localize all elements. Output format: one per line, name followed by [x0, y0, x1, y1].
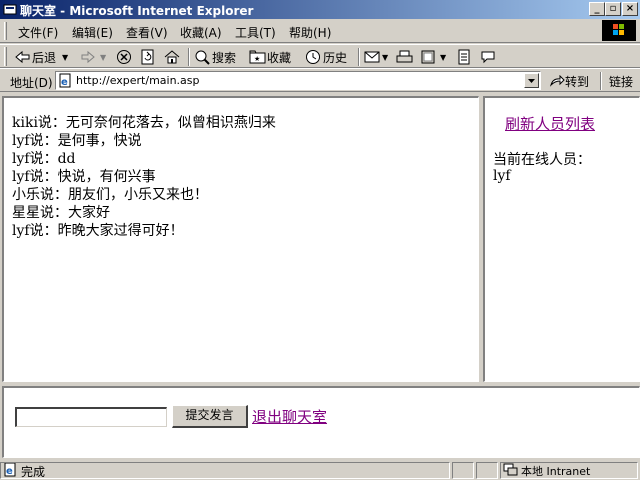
toolbar-grip[interactable]: [4, 47, 7, 66]
edit-page-icon: [421, 50, 435, 64]
ie-page-done-icon: e: [4, 463, 16, 477]
menu-tools[interactable]: 工具(T): [235, 24, 276, 41]
close-button[interactable]: ×: [622, 2, 638, 16]
chat-messages-frame[interactable]: kiki说：无可奈何花落去，似曾相识燕归来 lyf说：是何事，快说 lyf说：d…: [2, 96, 479, 382]
zone-text: 本地 Intranet: [521, 465, 591, 478]
chat-message: 小乐说：朋友们，小乐又来也！: [12, 187, 208, 203]
title-bar: 聊天室 - Microsoft Internet Explorer _ ▫ ×: [0, 0, 640, 19]
home-button[interactable]: [164, 48, 180, 66]
search-icon: [195, 50, 210, 65]
submit-message-button[interactable]: 提交发言: [172, 405, 248, 428]
forward-dropdown-icon[interactable]: ▼: [100, 53, 106, 62]
page-content: kiki说：无可奈何花落去，似曾相识燕归来 lyf说：是何事，快说 lyf说：d…: [0, 94, 640, 460]
online-user-item: lyf: [493, 168, 511, 184]
ie-page-icon: e: [59, 73, 71, 88]
history-button[interactable]: 历史: [305, 48, 347, 66]
favorites-button[interactable]: ★ 收藏: [249, 48, 291, 66]
address-separator: [600, 72, 602, 90]
menu-edit[interactable]: 编辑(E): [72, 24, 113, 41]
chat-message: lyf说：快说，有何兴事: [12, 169, 156, 185]
menu-favorites[interactable]: 收藏(A): [180, 24, 222, 41]
refresh-users-link[interactable]: 刷新人员列表: [505, 113, 595, 134]
maximize-button[interactable]: ▫: [605, 2, 621, 16]
chat-message: kiki说：无可奈何花落去，似曾相识燕归来: [12, 115, 276, 131]
toolbar-separator: [188, 48, 190, 66]
search-label: 搜索: [212, 50, 237, 65]
refresh-button[interactable]: [140, 48, 156, 66]
search-button[interactable]: 搜索: [194, 48, 236, 66]
printer-icon: [396, 50, 413, 63]
chat-message: lyf说：是何事，快说: [12, 133, 142, 149]
back-button[interactable]: 后退 ▼: [14, 48, 68, 66]
back-dropdown-icon[interactable]: ▼: [62, 53, 68, 62]
address-url: http://expert/main.asp: [76, 74, 200, 87]
compose-frame: 提交发言 退出聊天室: [2, 386, 640, 458]
toolbar-separator: [358, 48, 360, 66]
intranet-zone-icon: [503, 463, 518, 476]
chat-message: 星星说：大家好: [12, 205, 110, 221]
document-icon: [458, 49, 470, 65]
messenger-button[interactable]: [480, 48, 496, 66]
chevron-down-icon: [528, 79, 535, 83]
window-title: 聊天室 - Microsoft Internet Explorer: [20, 4, 254, 18]
status-bar: e 完成 本地 Intranet: [0, 461, 640, 480]
stop-icon: [117, 50, 131, 64]
minimize-button[interactable]: _: [589, 2, 605, 16]
menu-help[interactable]: 帮助(H): [289, 24, 331, 41]
chat-message: lyf说：dd: [12, 151, 76, 167]
menu-view[interactable]: 查看(V): [126, 24, 168, 41]
go-label: 转到: [565, 75, 590, 89]
chat-window-icon: [3, 4, 17, 15]
back-label: 后退: [32, 50, 57, 65]
status-main-pane: e 完成: [0, 462, 450, 479]
back-arrow-icon: [15, 50, 30, 64]
edit-dropdown-icon[interactable]: ▼: [440, 53, 446, 62]
standard-toolbar: 后退 ▼ ▼ 搜索 ★ 收藏 历史 ▼ ▼: [0, 44, 640, 68]
history-label: 历史: [323, 50, 348, 65]
svg-text:e: e: [6, 466, 13, 477]
chat-log: kiki说：无可奈何花落去，似曾相识燕归来 lyf说：是何事，快说 lyf说：d…: [12, 114, 276, 240]
mail-icon: [364, 51, 380, 63]
home-icon: [164, 50, 180, 64]
discuss-button[interactable]: [456, 48, 472, 66]
menu-file[interactable]: 文件(F): [18, 24, 58, 41]
menubar-grip[interactable]: [4, 22, 7, 40]
online-users-frame[interactable]: 刷新人员列表 当前在线人员： lyf: [483, 96, 640, 382]
address-label: 地址(D): [10, 76, 53, 90]
refresh-icon: [141, 49, 154, 65]
status-text: 完成: [21, 465, 46, 479]
print-button[interactable]: [396, 48, 414, 66]
windows-logo-icon: [602, 20, 636, 41]
stop-button[interactable]: [116, 48, 132, 66]
address-dropdown-button[interactable]: [524, 73, 539, 88]
status-zone-pane: 本地 Intranet: [500, 462, 638, 479]
messenger-icon: [481, 51, 495, 64]
history-icon: [306, 50, 320, 64]
exit-chat-link[interactable]: 退出聊天室: [252, 406, 327, 427]
status-pane-empty: [452, 462, 474, 479]
go-arrow-icon: [549, 74, 565, 87]
online-users-label: 当前在线人员：: [493, 152, 591, 168]
status-pane-empty: [476, 462, 498, 479]
message-input[interactable]: [15, 407, 167, 427]
go-button[interactable]: 转到: [549, 73, 589, 90]
chat-message: lyf说：昨晚大家过得可好！: [12, 223, 184, 239]
links-button[interactable]: 链接: [609, 73, 633, 90]
menu-bar: 文件(F) 编辑(E) 查看(V) 收藏(A) 工具(T) 帮助(H): [0, 19, 640, 43]
svg-text:e: e: [61, 77, 68, 88]
svg-text:★: ★: [254, 55, 260, 63]
favorites-folder-icon: ★: [249, 50, 266, 64]
edit-button[interactable]: ▼: [420, 48, 446, 66]
forward-button[interactable]: ▼: [80, 48, 106, 66]
mail-dropdown-icon[interactable]: ▼: [382, 53, 388, 62]
favorites-label: 收藏: [267, 50, 292, 65]
forward-arrow-icon: [81, 50, 95, 64]
mail-button[interactable]: ▼: [364, 48, 388, 66]
address-bar: 地址(D) e http://expert/main.asp 转到 链接: [0, 68, 640, 92]
address-input[interactable]: e http://expert/main.asp: [55, 71, 541, 90]
